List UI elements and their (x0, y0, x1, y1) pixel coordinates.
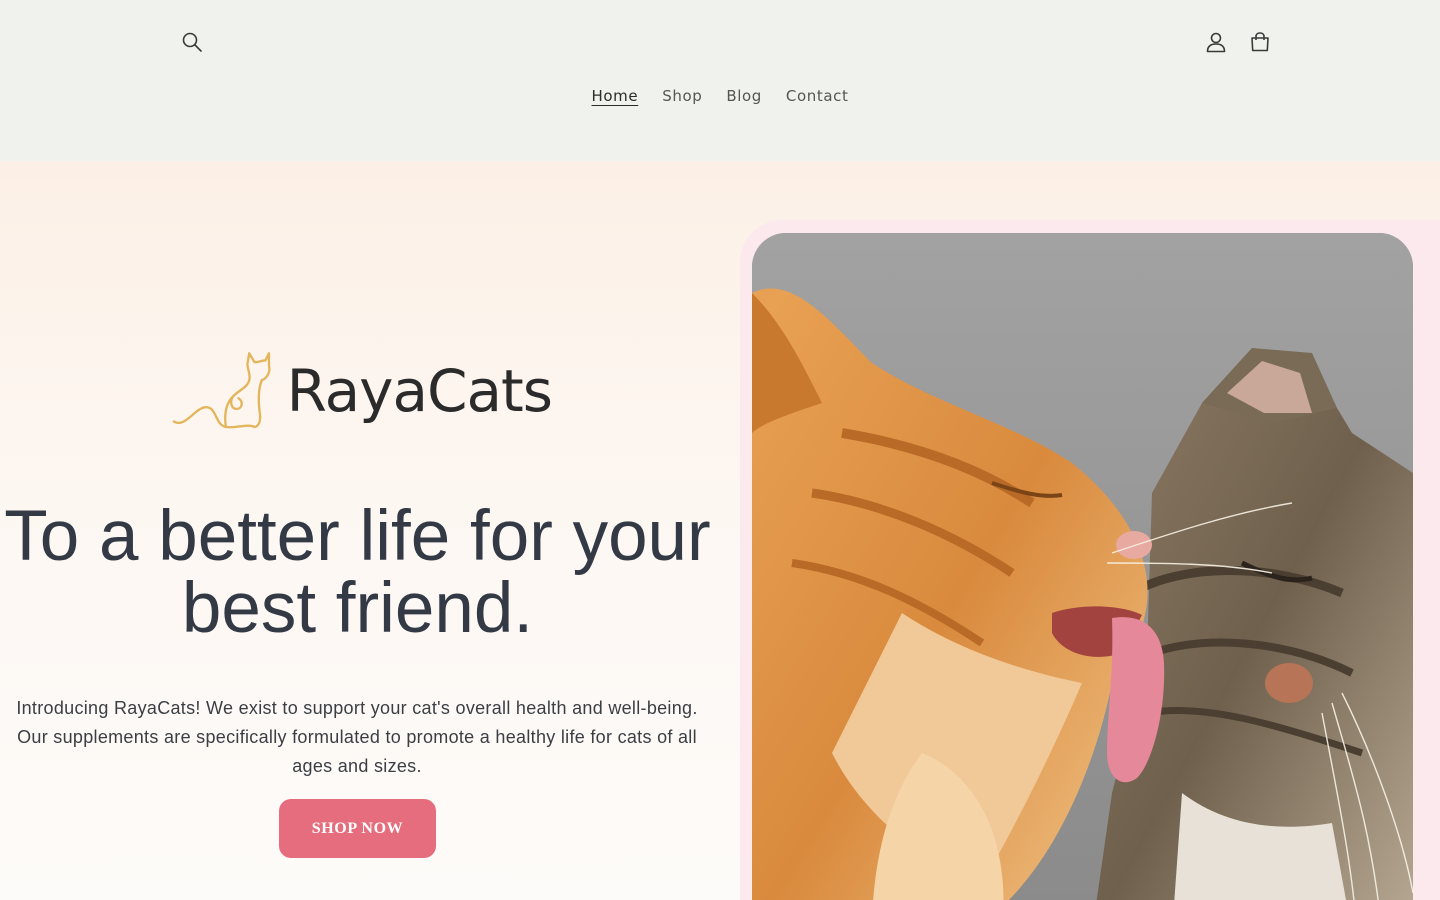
hero-intro: Introducing RayaCats! We exist to suppor… (16, 698, 698, 776)
brand-logo[interactable]: RayaCats (172, 346, 553, 436)
brand-wordmark: RayaCats (286, 357, 553, 425)
hero-section: RayaCats To a better life for your best … (0, 161, 1440, 900)
hero-headline: To a better life for your best friend. (4, 497, 711, 648)
account-icon[interactable] (1200, 26, 1232, 58)
search-icon[interactable] (176, 26, 208, 58)
nav-blog[interactable]: Blog (714, 86, 774, 106)
site-header: Home Shop Blog Contact (0, 0, 1440, 161)
main-nav: Home Shop Blog Contact (0, 86, 1440, 106)
nav-home[interactable]: Home (580, 86, 651, 106)
two-cats-grooming-photo (752, 233, 1413, 900)
shop-now-button[interactable]: SHOP NOW (279, 799, 436, 858)
cat-logo-icon (172, 352, 271, 429)
nav-shop[interactable]: Shop (650, 86, 714, 106)
cart-icon[interactable] (1244, 26, 1276, 58)
nav-contact[interactable]: Contact (774, 86, 861, 106)
